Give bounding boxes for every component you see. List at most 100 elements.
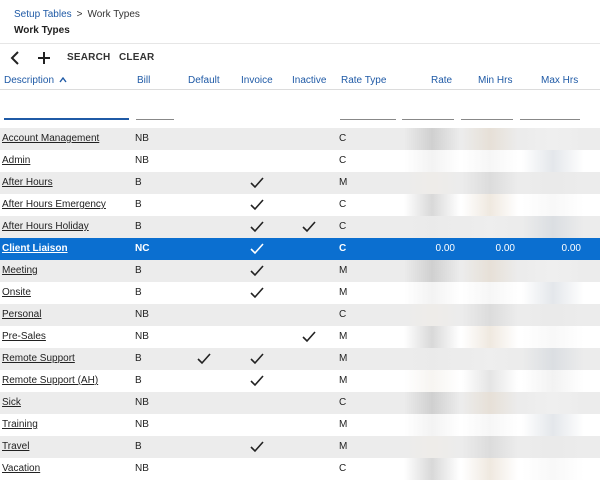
row-rate-type: C: [339, 155, 347, 166]
column-header-default[interactable]: Default: [188, 75, 220, 86]
redacted-cell: [522, 216, 584, 238]
table-row[interactable]: Remote Support (AH) B M: [0, 370, 600, 392]
max-hrs-filter-input[interactable]: [520, 100, 580, 120]
search-button[interactable]: SEARCH: [67, 52, 110, 63]
row-description-link[interactable]: Sick: [2, 397, 21, 408]
redacted-cell: [522, 414, 584, 436]
row-description-link[interactable]: Pre-Sales: [2, 331, 46, 342]
table-row[interactable]: Training NB M: [0, 414, 600, 436]
row-bill: B: [135, 441, 142, 452]
row-description-link[interactable]: Travel: [2, 441, 29, 452]
redacted-cell: [522, 436, 584, 458]
row-description-link[interactable]: Client Liaison: [2, 243, 68, 254]
min-hrs-filter-input[interactable]: [461, 100, 513, 120]
clear-button[interactable]: CLEAR: [119, 52, 154, 63]
table-row[interactable]: After Hours B M: [0, 172, 600, 194]
row-description-link[interactable]: Onsite: [2, 287, 31, 298]
row-bill: B: [135, 265, 142, 276]
row-rate-type: M: [339, 375, 348, 386]
column-header-description[interactable]: Description: [4, 75, 67, 86]
table-row[interactable]: Admin NB C: [0, 150, 600, 172]
redacted-cell: [462, 370, 518, 392]
table-row[interactable]: Account Management NB C: [0, 128, 600, 150]
row-min-hrs: 0.00: [495, 243, 515, 254]
redacted-cell: [462, 128, 518, 150]
row-bill: NB: [135, 155, 149, 166]
check-icon: [250, 375, 264, 387]
redacted-cell: [404, 414, 460, 436]
table-row[interactable]: Meeting B M: [0, 260, 600, 282]
row-description-link[interactable]: After Hours Holiday: [2, 221, 89, 232]
column-header-max-hrs[interactable]: Max Hrs: [541, 75, 578, 86]
table-row[interactable]: After Hours Emergency B C: [0, 194, 600, 216]
redacted-cell: [404, 194, 460, 216]
row-description-link[interactable]: Vacation: [2, 463, 40, 474]
redacted-cell: [462, 194, 518, 216]
table-row[interactable]: Client Liaison NC C 0.00 0.00 0.00: [0, 238, 600, 260]
redacted-cell: [462, 260, 518, 282]
row-rate-type: C: [339, 221, 347, 232]
toolbar: SEARCH CLEAR: [0, 46, 600, 70]
check-icon: [250, 287, 264, 299]
table-row[interactable]: Vacation NB C: [0, 458, 600, 480]
redacted-cell: [462, 216, 518, 238]
redacted-cell: [462, 150, 518, 172]
bill-filter-input[interactable]: [136, 100, 174, 120]
check-icon: [250, 177, 264, 189]
redacted-cell: [522, 326, 584, 348]
column-header-bill[interactable]: Bill: [137, 75, 150, 86]
description-filter-input[interactable]: [4, 100, 129, 120]
table-row[interactable]: Personal NB C: [0, 304, 600, 326]
column-header-inactive[interactable]: Inactive: [292, 75, 326, 86]
row-description-link[interactable]: After Hours: [2, 177, 53, 188]
row-description-link[interactable]: Meeting: [2, 265, 38, 276]
check-icon: [250, 221, 264, 233]
row-bill: B: [135, 375, 142, 386]
breadcrumb-link-setup-tables[interactable]: Setup Tables: [14, 9, 72, 20]
rate-filter-input[interactable]: [402, 100, 454, 120]
row-rate-type: C: [339, 397, 347, 408]
table-row[interactable]: Travel B M: [0, 436, 600, 458]
row-description-link[interactable]: Training: [2, 419, 38, 430]
redacted-cell: [462, 348, 518, 370]
redacted-cell: [404, 128, 460, 150]
redacted-cell: [462, 392, 518, 414]
row-rate-type: M: [339, 177, 348, 188]
redacted-cell: [404, 436, 460, 458]
column-header-invoice[interactable]: Invoice: [241, 75, 273, 86]
redacted-cell: [522, 304, 584, 326]
work-types-grid: Account Management NB C Admin NB C After Hours…: [0, 128, 600, 480]
redacted-cell: [462, 326, 518, 348]
row-description-link[interactable]: After Hours Emergency: [2, 199, 106, 210]
row-bill: B: [135, 199, 142, 210]
check-icon: [250, 265, 264, 277]
row-description-link[interactable]: Account Management: [2, 133, 99, 144]
row-description-link[interactable]: Admin: [2, 155, 30, 166]
redacted-cell: [522, 128, 584, 150]
breadcrumb-separator: >: [76, 9, 83, 20]
row-bill: B: [135, 177, 142, 188]
redacted-cell: [462, 304, 518, 326]
table-row[interactable]: Remote Support B M: [0, 348, 600, 370]
row-description-link[interactable]: Remote Support (AH): [2, 375, 98, 386]
table-row[interactable]: Onsite B M: [0, 282, 600, 304]
column-header-rate[interactable]: Rate: [431, 75, 452, 86]
redacted-cell: [462, 414, 518, 436]
redacted-cell: [404, 260, 460, 282]
table-row[interactable]: Pre-Sales NB M: [0, 326, 600, 348]
table-row[interactable]: After Hours Holiday B C: [0, 216, 600, 238]
page-header: Setup Tables > Work Types Work Types: [0, 0, 600, 44]
column-header-rate-type[interactable]: Rate Type: [341, 75, 386, 86]
row-description-link[interactable]: Personal: [2, 309, 41, 320]
column-header-min-hrs[interactable]: Min Hrs: [478, 75, 512, 86]
row-bill: NB: [135, 397, 149, 408]
redacted-cell: [522, 150, 584, 172]
row-description-link[interactable]: Remote Support: [2, 353, 75, 364]
column-headers: Description Bill Default Invoice Inactiv…: [0, 72, 600, 90]
redacted-cell: [404, 282, 460, 304]
redacted-cell: [462, 172, 518, 194]
rate-type-filter-input[interactable]: [340, 100, 396, 120]
plus-icon[interactable]: [36, 50, 52, 66]
table-row[interactable]: Sick NB C: [0, 392, 600, 414]
back-arrow-icon[interactable]: [7, 50, 23, 66]
